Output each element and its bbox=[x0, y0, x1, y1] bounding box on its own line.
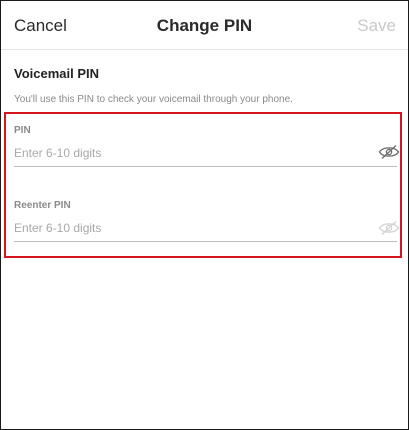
page-title: Change PIN bbox=[156, 16, 253, 35]
section-title: Voicemail PIN bbox=[14, 66, 100, 81]
reenter-pin-input[interactable] bbox=[14, 214, 397, 242]
eye-slash-icon[interactable] bbox=[378, 144, 400, 160]
change-pin-screen: Cancel Change PIN Save Voicemail PIN You… bbox=[0, 0, 409, 430]
pin-input[interactable] bbox=[14, 139, 397, 167]
navigation-bar: Cancel Change PIN Save bbox=[1, 1, 408, 50]
pin-label: PIN bbox=[14, 125, 31, 136]
reenter-pin-label: Reenter PIN bbox=[14, 200, 71, 211]
section-description: You'll use this PIN to check your voicem… bbox=[14, 94, 293, 105]
save-button[interactable]: Save bbox=[357, 16, 396, 36]
eye-slash-icon[interactable] bbox=[378, 220, 400, 236]
